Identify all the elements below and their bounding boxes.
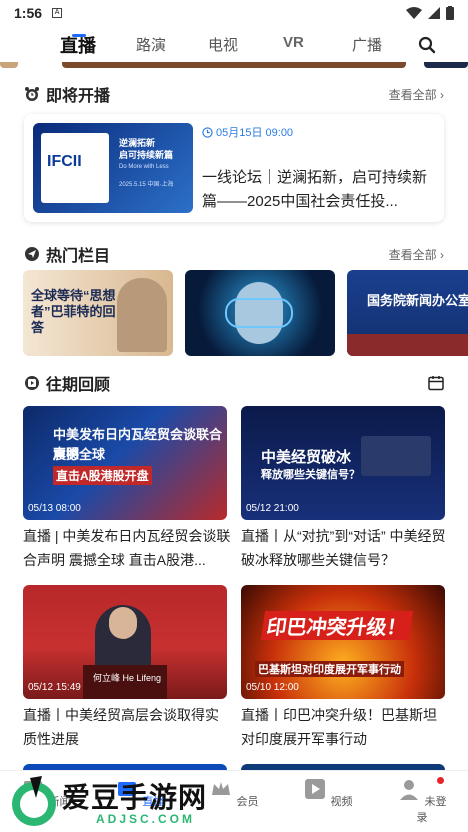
hot-item-buffett[interactable]: 全球等待“思想者”巴菲特的回答: [23, 270, 173, 356]
chevron-right-icon: ›: [440, 87, 444, 102]
hot-item-ai[interactable]: [185, 270, 335, 356]
replay-title: 往期回顾: [46, 377, 111, 394]
watermark-text: 爱豆手游网: [62, 782, 208, 813]
hot-header: 热门栏目 查看全部 ›: [24, 242, 444, 266]
upcoming-title-text: 一线论坛｜逆澜拓新，启可持续新篇——2025中国社会责任投...: [202, 169, 428, 210]
upcoming-card[interactable]: IFCII 逆澜拓新 启可持续新篇 Do More with Less 2025.5…: [24, 114, 444, 222]
replay-title-text: 直播丨中美经贸高层会谈取得实质性进展: [23, 707, 219, 747]
upcoming-thumbnail: IFCII 逆澜拓新 启可持续新篇 Do More with Less 2025.5…: [33, 123, 193, 213]
replay-thumbnail: 中美发布日内瓦经贸会谈联合声明 震撼全球 直击A股港股开盘 05/13 08:0…: [23, 406, 227, 520]
battery-icon: [446, 6, 454, 20]
hot-title: 热门栏目: [46, 248, 111, 265]
banner-strip: [0, 62, 468, 68]
navigation-arrow-icon: [25, 247, 39, 261]
sim-icon: A: [52, 8, 63, 18]
calendar-icon[interactable]: [428, 375, 444, 391]
status-icons: [406, 6, 454, 20]
tab-radio[interactable]: 广播: [352, 34, 382, 55]
thumb-logo: IFCII: [47, 153, 82, 170]
replay-time: 05/10 12:00: [246, 682, 299, 693]
tab-vr[interactable]: VR: [283, 34, 304, 51]
watermark-logo-icon: [12, 776, 56, 826]
replay-title-text: 直播丨印巴冲突升级！巴基斯坦对印度展开军事行动: [241, 707, 437, 747]
signal-icon: [428, 7, 440, 19]
replay-thumbnail: 何立峰 He Lifeng 05/12 15:49: [23, 585, 227, 699]
video-play-icon: [305, 779, 326, 799]
wifi-icon: [406, 7, 422, 19]
alarm-clock-icon: [25, 87, 39, 101]
replay-time: 05/12 21:00: [246, 503, 299, 514]
active-tab-indicator: [72, 34, 86, 37]
replay-header: 往期回顾: [24, 371, 444, 395]
hot-view-all[interactable]: 查看全部 ›: [389, 246, 444, 263]
upcoming-time: 05月15日 09:00: [202, 124, 293, 140]
nav-profile[interactable]: 未登录: [392, 777, 452, 825]
tab-tv[interactable]: 电视: [208, 34, 238, 55]
chevron-right-icon: ›: [440, 247, 444, 262]
replay-thumbnail: 中美经贸破冰 释放哪些关键信号？ 05/12 21:00: [241, 406, 445, 520]
upcoming-view-all[interactable]: 查看全部 ›: [389, 86, 444, 103]
hot-item-scio[interactable]: 国务院新闻办公室: [347, 270, 468, 356]
search-icon[interactable]: [418, 36, 436, 54]
clock-icon: [202, 126, 213, 138]
tab-roadshow[interactable]: 路演: [136, 34, 166, 55]
replay-title-text: 直播 | 中美发布日内瓦经贸会谈联合声明 震撼全球 直击A股港...: [23, 528, 231, 568]
upcoming-header: 即将开播 查看全部 ›: [24, 82, 444, 106]
watermark-sub: ADJSC.COM: [96, 812, 196, 826]
nav-video[interactable]: 视频: [298, 777, 358, 809]
status-bar: 1:56 A: [0, 0, 468, 26]
top-tab-bar: 直播 路演 电视 VR 广播: [0, 26, 468, 62]
replay-thumbnail: 印巴冲突升级！ 巴基斯坦对印度展开军事行动 05/10 12:00: [241, 585, 445, 699]
user-icon: [400, 780, 419, 800]
status-time: 1:56: [14, 5, 43, 21]
replay-title-text: 直播丨从“对抗”到“对话” 中美经贸破冰释放哪些关键信号？: [241, 528, 446, 568]
replay-time: 05/13 08:00: [28, 503, 81, 514]
play-circle-icon: [25, 376, 39, 390]
notification-dot: [437, 777, 444, 784]
replay-time: 05/12 15:49: [28, 682, 81, 693]
watermark: 爱豆手游网 ADJSC.COM: [4, 772, 254, 832]
upcoming-title: 即将开播: [46, 88, 111, 105]
